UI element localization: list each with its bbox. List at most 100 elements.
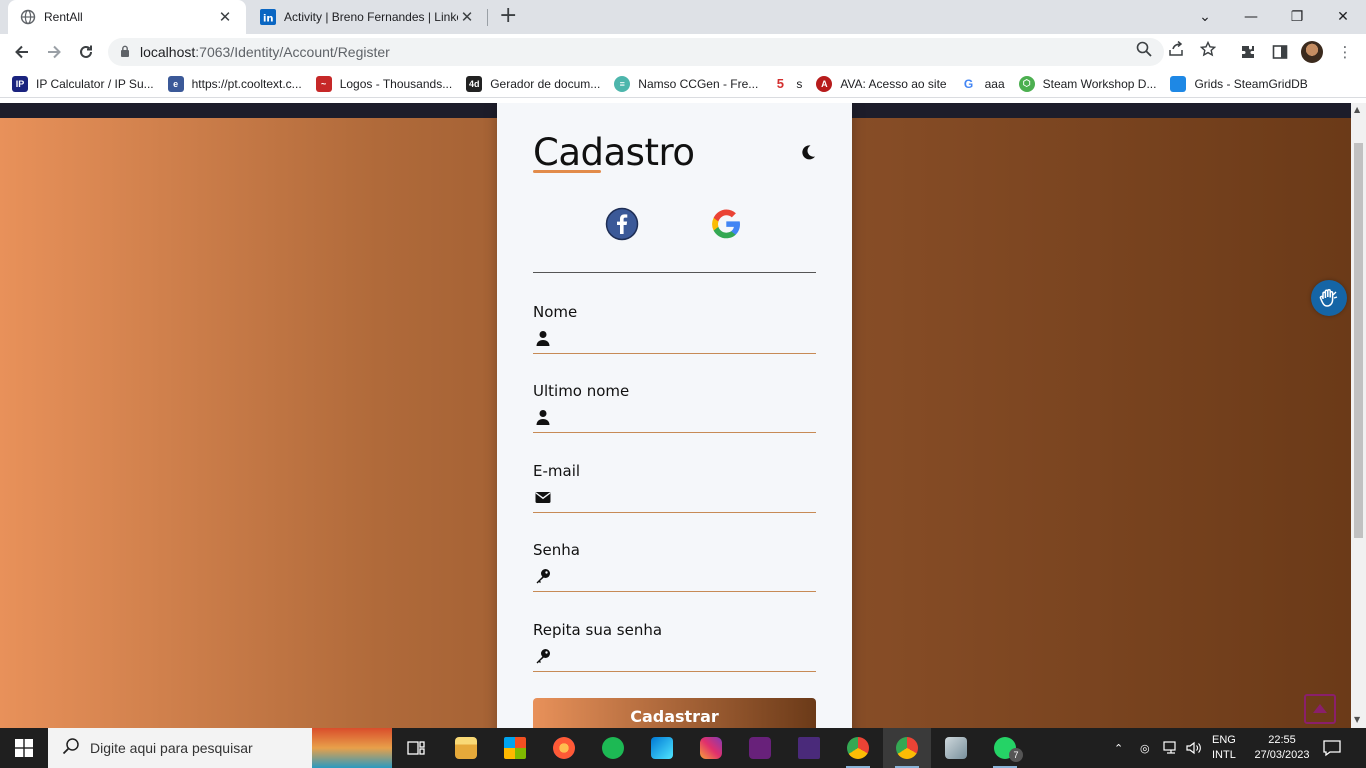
scroll-down-icon[interactable]: ▼: [1354, 715, 1360, 724]
bookmark-namso[interactable]: ≡ Namso CCGen - Fre...: [614, 75, 759, 92]
browser-toolbar: localhost:7063/Identity/Account/Register…: [0, 34, 1366, 70]
terminal-icon[interactable]: [785, 728, 833, 768]
microsoft-store-icon[interactable]: [491, 728, 539, 768]
scroll-up-icon[interactable]: ▲: [1354, 105, 1360, 114]
linkedin-icon: in: [260, 9, 276, 25]
scrollbar-thumb[interactable]: [1354, 143, 1363, 538]
globe-icon: [20, 9, 36, 25]
page-scrollbar[interactable]: ▲ ▼: [1351, 103, 1366, 728]
lang-code: ENG: [1212, 734, 1236, 746]
tab-search-chevron-icon[interactable]: ⌄: [1182, 0, 1228, 34]
bookmark-label: Namso CCGen - Fre...: [638, 76, 759, 91]
chrome-icon[interactable]: [834, 728, 882, 768]
restore-icon[interactable]: ❐: [1274, 0, 1320, 34]
tab-title: Activity | Breno Fernandes | LinkedIn: [284, 10, 458, 24]
instagram-icon[interactable]: [687, 728, 735, 768]
bookmark-ip-calculator[interactable]: IP IP Calculator / IP Su...: [12, 75, 154, 92]
forward-icon[interactable]: [42, 40, 66, 64]
ip-icon: IP: [12, 75, 28, 92]
whatsapp-icon[interactable]: 7: [981, 728, 1029, 768]
tray-chevron-icon[interactable]: ⌃: [1114, 728, 1123, 768]
cooltext-icon: e: [167, 75, 184, 92]
bookmark-s[interactable]: 5s: [772, 75, 802, 92]
bookmark-label: Gerador de docum...: [490, 76, 601, 91]
clock[interactable]: 22:55 27/03/2023: [1254, 733, 1310, 763]
last-name-input[interactable]: [559, 404, 816, 430]
password-input[interactable]: [559, 563, 816, 589]
accessibility-hand-icon[interactable]: [1311, 280, 1347, 316]
notification-badge: 7: [1009, 748, 1023, 762]
confirm-password-input[interactable]: [559, 643, 816, 669]
windows-taskbar: Digite aqui para pesquisar 7 ⌃ ◎ ENG INT…: [0, 728, 1366, 768]
first-name-input[interactable]: [559, 325, 816, 351]
windows-start-icon[interactable]: [0, 728, 48, 768]
reload-icon[interactable]: [74, 40, 98, 64]
share-icon[interactable]: [1167, 40, 1185, 58]
file-explorer-icon[interactable]: [442, 728, 490, 768]
bookmark-steamgriddb[interactable]: Grids - SteamGridDB: [1170, 75, 1308, 92]
bookmark-gerador[interactable]: 4d Gerador de docum...: [466, 75, 601, 92]
snipping-tool-icon[interactable]: [932, 728, 980, 768]
extensions-icon[interactable]: [1238, 42, 1258, 62]
taskbar-search[interactable]: Digite aqui para pesquisar: [48, 728, 312, 768]
notification-center-icon[interactable]: [1322, 738, 1342, 758]
page-title: Cadastro: [533, 131, 695, 174]
volume-icon[interactable]: [1186, 728, 1202, 768]
bookmark-logos[interactable]: ~ Logos - Thousands...: [315, 75, 452, 92]
bookmarks-bar: IP IP Calculator / IP Su... e https://pt.c…: [0, 70, 1366, 98]
back-icon[interactable]: [10, 40, 34, 64]
network-icon[interactable]: [1163, 728, 1179, 768]
close-window-icon[interactable]: ✕: [1320, 0, 1366, 34]
webcam-icon[interactable]: ◎: [1140, 728, 1150, 768]
user-icon: [535, 330, 551, 346]
page-background: Cadastro Nome Ultimo nome E-mail Senha R…: [0, 103, 1351, 728]
bookmark-label: IP Calculator / IP Su...: [36, 76, 154, 91]
tab-linkedin[interactable]: in Activity | Breno Fernandes | LinkedIn…: [250, 0, 486, 34]
register-card: Cadastro Nome Ultimo nome E-mail Senha R…: [497, 103, 852, 728]
lang-layout: INTL: [1212, 749, 1236, 761]
4devs-icon: 4d: [466, 75, 483, 92]
bookmark-cooltext[interactable]: e https://pt.cooltext.c...: [167, 75, 302, 92]
firefox-icon[interactable]: [540, 728, 588, 768]
facebook-login-icon[interactable]: [605, 207, 639, 241]
register-button[interactable]: Cadastrar: [533, 698, 816, 728]
bookmark-label: https://pt.cooltext.c...: [191, 76, 302, 91]
google-login-icon[interactable]: [709, 207, 743, 241]
tab-title: RentAll: [44, 10, 83, 24]
close-tab-icon[interactable]: ✕: [216, 8, 234, 26]
tab-rentall[interactable]: RentAll ✕: [8, 0, 246, 34]
azure-data-studio-icon[interactable]: [638, 728, 686, 768]
search-highlight-image[interactable]: [312, 728, 392, 768]
password-field: Senha: [533, 541, 816, 599]
bookmark-steam-workshop[interactable]: ⬡ Steam Workshop D...: [1018, 75, 1156, 92]
avatar[interactable]: [1301, 41, 1323, 63]
language-indicator[interactable]: ENG INTL: [1212, 733, 1236, 763]
spotify-icon[interactable]: [589, 728, 637, 768]
lock-icon: [120, 45, 130, 60]
new-tab-icon[interactable]: +: [499, 5, 517, 27]
side-panel-icon[interactable]: [1270, 42, 1290, 62]
bookmark-aaa[interactable]: Gaaa: [960, 75, 1005, 92]
tab-strip: RentAll ✕ in Activity | Breno Fernandes …: [0, 0, 1366, 34]
star-icon[interactable]: [1199, 40, 1217, 58]
minimize-icon[interactable]: —: [1228, 0, 1274, 34]
chrome-profile-icon[interactable]: [883, 728, 931, 768]
last-name-field: Ultimo nome: [533, 382, 816, 440]
bookmark-label: Grids - SteamGridDB: [1194, 76, 1308, 91]
email-input[interactable]: [559, 484, 816, 510]
back-to-top-icon[interactable]: [1304, 694, 1336, 724]
address-bar[interactable]: localhost:7063/Identity/Account/Register: [108, 38, 1164, 66]
task-view-icon[interactable]: [392, 728, 440, 768]
url-host: localhost: [140, 44, 196, 60]
bookmark-ava[interactable]: A AVA: Acesso ao site: [816, 75, 947, 92]
zoom-icon[interactable]: [1135, 40, 1153, 58]
folder-icon: [1170, 75, 1187, 92]
field-underline: [533, 671, 816, 672]
menu-icon[interactable]: ⋮: [1335, 42, 1355, 62]
search-icon: [62, 737, 80, 759]
moon-icon[interactable]: [799, 143, 817, 161]
visual-studio-icon[interactable]: [736, 728, 784, 768]
close-tab-icon[interactable]: ✕: [458, 8, 476, 26]
svg-text:in: in: [263, 14, 274, 25]
email-field: E-mail: [533, 462, 816, 520]
